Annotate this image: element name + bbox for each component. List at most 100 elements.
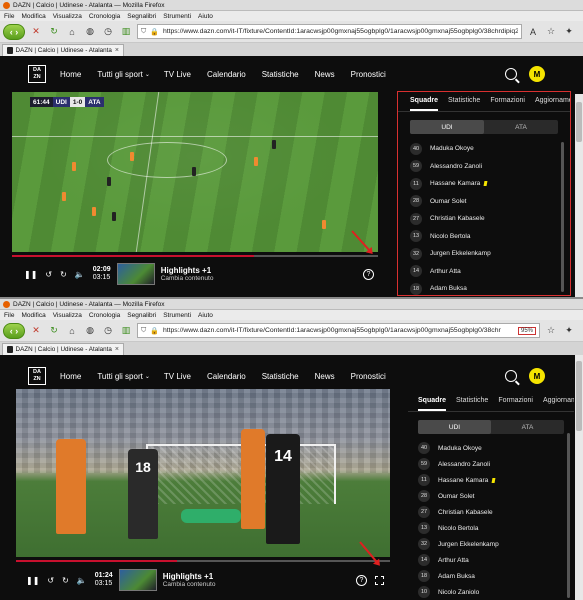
nav-predictions[interactable]: Pronostici (351, 70, 386, 79)
team-toggle-home[interactable]: UDI (410, 120, 484, 134)
shield-icon[interactable]: ⛉ (141, 327, 146, 335)
lock-icon[interactable]: 🔒 (150, 327, 159, 335)
highlight-thumbnail[interactable] (118, 569, 157, 591)
team-toggle-home[interactable]: UDI (418, 420, 491, 434)
tab-statistics[interactable]: Statistiche (448, 97, 480, 111)
volume-icon[interactable]: 🔈 (75, 270, 85, 279)
menu-strumenti[interactable]: Strumenti (163, 312, 191, 319)
squad-row[interactable]: 27 Christian Kabasele (410, 210, 570, 228)
squad-row[interactable]: 14 Arthur Atta (418, 552, 574, 568)
menu-cronologia[interactable]: Cronologia (89, 13, 120, 20)
video-frame[interactable]: 61:44 UDI 1-0 ATA (12, 92, 378, 252)
menu-segnalibri[interactable]: Segnalibri (127, 312, 156, 319)
stop-icon[interactable]: ✕ (29, 25, 43, 39)
help-icon[interactable]: ? (363, 268, 374, 280)
tab-lineups[interactable]: Formazioni (490, 97, 525, 111)
squad-row[interactable]: 59 Alessandro Zanoli (410, 158, 570, 176)
reload-icon[interactable]: ↻ (47, 324, 61, 338)
chevron-down-icon[interactable]: ⌄ (145, 71, 150, 78)
globe-icon[interactable]: ◍ (83, 324, 97, 338)
bookmark-star-icon[interactable]: ☆ (544, 25, 558, 39)
library-icon[interactable]: ▥ (119, 25, 133, 39)
nav-home[interactable]: Home (60, 70, 81, 79)
rewind-icon[interactable]: ↺ (47, 576, 54, 585)
history-icon[interactable]: ◷ (101, 324, 115, 338)
squad-row[interactable]: 40 Maduka Okoye (418, 440, 574, 456)
dazn-logo[interactable]: DA ZN (28, 367, 46, 385)
browser-tab[interactable]: DAZN | Calcio | Udinese - Atalanta × (2, 44, 124, 56)
tab-live-updates[interactable]: Aggiornamenti li (535, 97, 570, 111)
squad-row[interactable]: 32 Jurgen Ekkelenkamp (418, 536, 574, 552)
video-player[interactable]: 18 14 ❚❚ ↺ ↻ 🔈 01:24 03:15 Highlights +1… (16, 389, 390, 600)
tab-lineups[interactable]: Formazioni (498, 397, 533, 411)
video-player[interactable]: 61:44 UDI 1-0 ATA ❚❚ ↺ ↻ 🔈 02:09 03:15 H… (12, 92, 378, 287)
tab-live-updates[interactable]: Aggiornamenti live (543, 397, 574, 411)
translate-icon[interactable]: A (526, 25, 540, 39)
nav-all-sports[interactable]: Tutti gli sport (97, 372, 143, 381)
nav-predictions[interactable]: Pronostici (351, 372, 386, 381)
squad-row[interactable]: 18 Adam Buksa (418, 568, 574, 584)
squad-row[interactable]: 27 Christian Kabasele (418, 504, 574, 520)
nav-tv-live[interactable]: TV Live (164, 70, 191, 79)
url-bar[interactable]: ⛉ 🔒 https://www.dazn.com/it-IT/fixture/C… (137, 323, 540, 338)
avatar[interactable]: M (529, 368, 545, 384)
squad-row[interactable]: 32 Jurgen Ekkelenkamp (410, 245, 570, 263)
menu-modifica[interactable]: Modifica (21, 312, 45, 319)
progress-bar[interactable] (16, 560, 390, 562)
tab-squads[interactable]: Squadre (418, 397, 447, 411)
globe-icon[interactable]: ◍ (83, 25, 97, 39)
help-icon[interactable]: ? (356, 574, 367, 586)
squad-row[interactable]: 28 Oumar Solet (410, 193, 570, 211)
menu-aiuto[interactable]: Aiuto (198, 13, 213, 20)
nav-all-sports[interactable]: Tutti gli sport (97, 70, 143, 79)
nav-news[interactable]: News (315, 70, 335, 79)
lock-icon[interactable]: 🔒 (150, 28, 159, 36)
squad-row[interactable]: 11 Hassane Kamara (418, 472, 574, 488)
tab-squads[interactable]: Squadre (410, 97, 439, 111)
progress-bar[interactable] (12, 255, 378, 257)
url-bar[interactable]: ⛉ 🔒 https://www.dazn.com/it-IT/fixture/C… (137, 24, 522, 39)
pause-icon[interactable]: ❚❚ (24, 270, 37, 279)
highlight-info[interactable]: Highlights +1 Cambia contenuto (161, 266, 214, 282)
stop-icon[interactable]: ✕ (29, 324, 43, 338)
video-frame[interactable]: 18 14 (16, 389, 390, 557)
team-toggle-away[interactable]: ATA (491, 420, 564, 434)
nav-news[interactable]: News (315, 372, 335, 381)
menu-file[interactable]: File (4, 13, 14, 20)
library-icon[interactable]: ▥ (119, 324, 133, 338)
avatar[interactable]: M (529, 66, 545, 82)
url-text[interactable]: https://www.dazn.com/it-IT/fixture/Conte… (163, 327, 516, 334)
menu-visualizza[interactable]: Visualizza (53, 13, 82, 20)
nav-calendar[interactable]: Calendario (207, 70, 246, 79)
dazn-logo[interactable]: DA ZN (28, 65, 46, 83)
back-forward-button[interactable]: ‹ › (3, 322, 25, 339)
nav-statistics[interactable]: Statistiche (262, 372, 299, 381)
nav-home[interactable]: Home (60, 372, 81, 381)
menu-cronologia[interactable]: Cronologia (89, 312, 120, 319)
menu-file[interactable]: File (4, 312, 14, 319)
page-scrollbar[interactable] (575, 94, 583, 299)
nav-tv-live[interactable]: TV Live (164, 372, 191, 381)
home-icon[interactable]: ⌂ (65, 25, 79, 39)
nav-calendar[interactable]: Calendario (207, 372, 246, 381)
squad-row[interactable]: 40 Maduka Okoye (410, 140, 570, 158)
squad-row[interactable]: 13 Nicolo Bertola (410, 228, 570, 246)
home-icon[interactable]: ⌂ (65, 324, 79, 338)
page-scrollbar[interactable] (575, 355, 583, 600)
menu-visualizza[interactable]: Visualizza (53, 312, 82, 319)
highlight-info[interactable]: Highlights +1 Cambia contenuto (163, 572, 216, 588)
browser-tab[interactable]: DAZN | Calcio | Udinese - Atalanta × (2, 343, 124, 355)
pause-icon[interactable]: ❚❚ (26, 576, 39, 585)
fullscreen-icon[interactable] (375, 575, 384, 585)
highlight-thumbnail[interactable] (116, 263, 155, 285)
menu-aiuto[interactable]: Aiuto (198, 312, 213, 319)
url-text[interactable]: https://www.dazn.com/it-IT/fixture/Conte… (163, 28, 518, 35)
squad-row[interactable]: 10 Nicolo Zaniolo (418, 584, 574, 600)
chevron-down-icon[interactable]: ⌄ (145, 373, 150, 380)
close-tab-icon[interactable]: × (112, 47, 119, 54)
squad-row[interactable]: 59 Alessandro Zanoli (418, 456, 574, 472)
rewind-icon[interactable]: ↺ (45, 270, 52, 279)
extensions-icon[interactable]: ✦ (562, 324, 576, 338)
menu-strumenti[interactable]: Strumenti (163, 13, 191, 20)
menu-modifica[interactable]: Modifica (21, 13, 45, 20)
